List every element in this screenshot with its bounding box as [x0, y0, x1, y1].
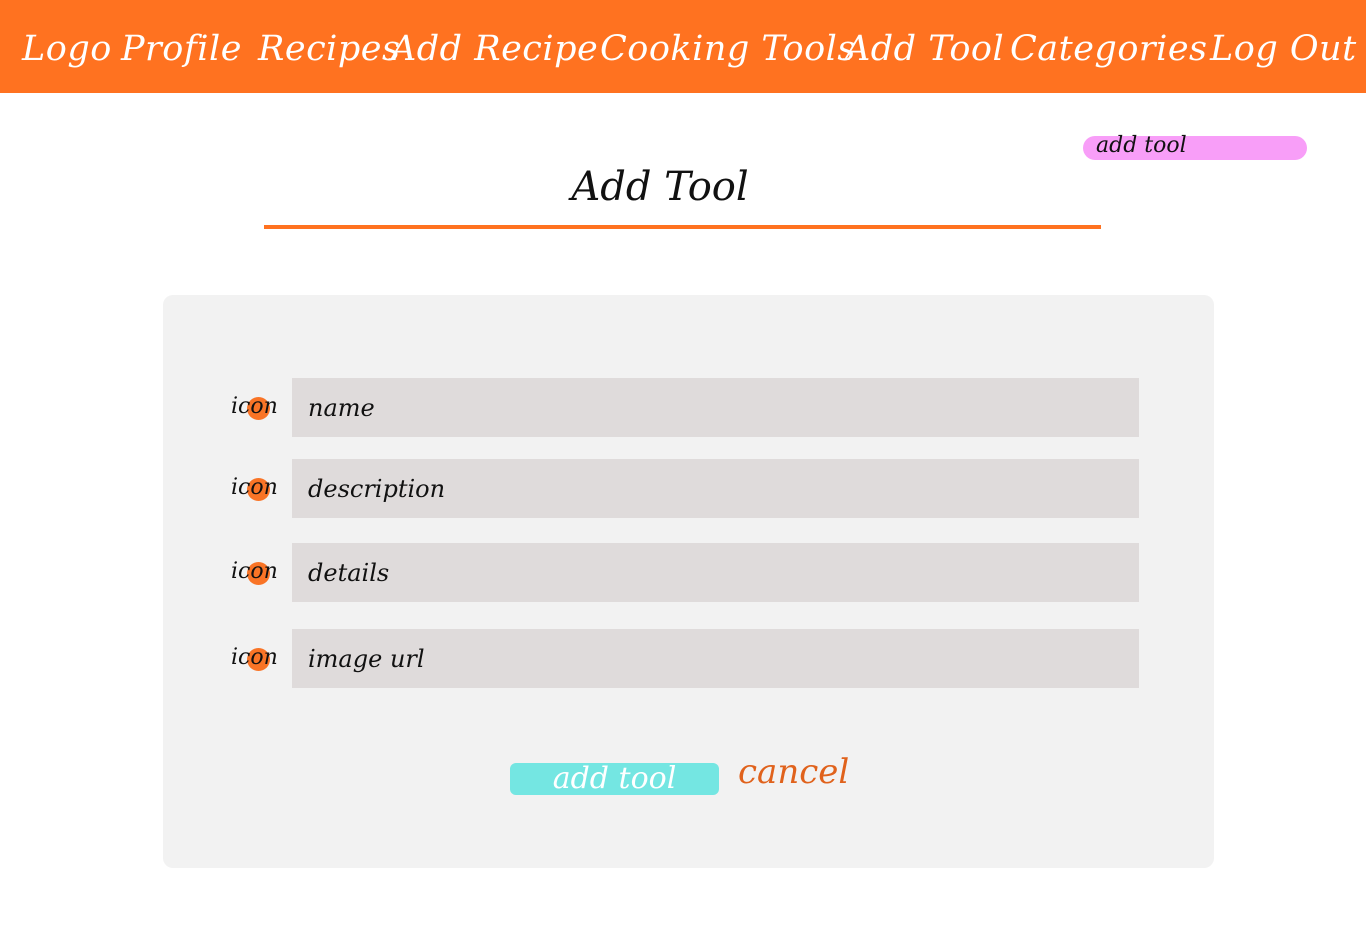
- description-input[interactable]: [292, 459, 1139, 518]
- image-url-icon: icon: [231, 629, 291, 688]
- top-navbar: Logo Profile Recipes Add Recipe Cooking …: [0, 0, 1366, 93]
- details-input[interactable]: [292, 543, 1139, 602]
- icon-placeholder-label: icon: [231, 645, 278, 670]
- nav-cooking-tools[interactable]: Cooking Tools: [600, 26, 856, 72]
- annotation-note-label: add tool: [1096, 133, 1187, 158]
- nav-categories[interactable]: Categories: [1010, 26, 1208, 72]
- nav-recipes[interactable]: Recipes: [258, 26, 400, 72]
- add-tool-form: icon icon icon icon add tool cancel: [163, 295, 1214, 868]
- description-icon: icon: [231, 459, 291, 518]
- image-url-input[interactable]: [292, 629, 1139, 688]
- nav-add-tool[interactable]: Add Tool: [845, 26, 1004, 72]
- details-icon: icon: [231, 543, 291, 602]
- nav-logo[interactable]: Logo: [22, 26, 112, 72]
- page-title: Add Tool: [571, 164, 749, 210]
- icon-placeholder-label: icon: [231, 559, 278, 584]
- description-field-row: icon: [163, 459, 1214, 518]
- icon-placeholder-label: icon: [231, 394, 278, 419]
- nav-log-out[interactable]: Log Out: [1210, 26, 1357, 72]
- nav-add-recipe[interactable]: Add Recipe: [391, 26, 598, 72]
- image-url-field-row: icon: [163, 629, 1214, 688]
- title-divider: [264, 225, 1101, 229]
- name-field-row: icon: [163, 378, 1214, 437]
- name-input[interactable]: [292, 378, 1139, 437]
- add-tool-button[interactable]: add tool: [510, 763, 719, 795]
- details-field-row: icon: [163, 543, 1214, 602]
- nav-profile[interactable]: Profile: [121, 26, 242, 72]
- icon-placeholder-label: icon: [231, 475, 278, 500]
- cancel-link[interactable]: cancel: [738, 750, 849, 794]
- annotation-note: add tool: [1083, 133, 1307, 160]
- name-icon: icon: [231, 378, 291, 437]
